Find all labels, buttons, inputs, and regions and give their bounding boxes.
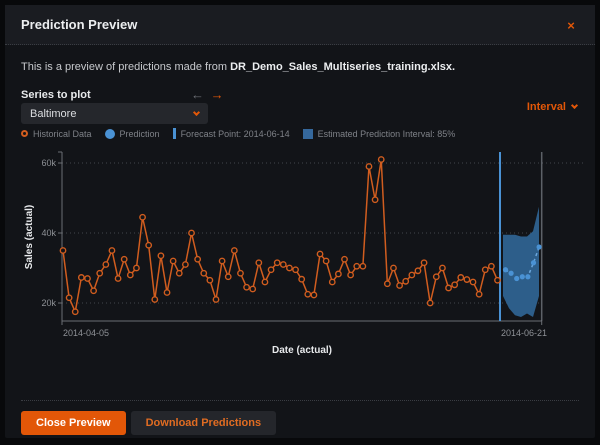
intro-filename: DR_Demo_Sales_Multiseries_training.xlsx. bbox=[230, 61, 455, 73]
forecast-point-marker-icon bbox=[173, 128, 176, 139]
series-pager: ← → bbox=[191, 87, 224, 102]
legend-item-historical: Historical Data bbox=[21, 129, 92, 139]
svg-text:2014-04-05: 2014-04-05 bbox=[63, 328, 109, 338]
intro-text: This is a preview of predictions made fr… bbox=[21, 61, 455, 73]
series-to-plot-label: Series to plot bbox=[21, 89, 91, 101]
legend-label: Estimated Prediction Interval: 85% bbox=[318, 129, 456, 139]
legend-item-forecast-point: Forecast Point: 2014-06-14 bbox=[173, 128, 290, 139]
close-preview-button[interactable]: Close Preview bbox=[21, 411, 126, 435]
intro-prefix: This is a preview of predictions made fr… bbox=[21, 61, 230, 73]
chevron-down-icon bbox=[571, 102, 578, 109]
series-select[interactable]: Baltimore bbox=[21, 103, 208, 124]
prediction-marker-icon bbox=[105, 129, 115, 139]
previous-series-arrow-icon[interactable]: ← bbox=[191, 87, 204, 102]
footer-divider bbox=[21, 400, 579, 401]
modal-header: Prediction Preview × bbox=[5, 5, 595, 45]
footer: Close Preview Download Predictions bbox=[21, 411, 276, 435]
close-icon[interactable]: × bbox=[563, 18, 579, 34]
chevron-down-icon bbox=[193, 108, 200, 115]
interval-label: Interval bbox=[527, 101, 566, 113]
legend-label: Forecast Point: 2014-06-14 bbox=[181, 129, 290, 139]
legend-label: Historical Data bbox=[33, 129, 92, 139]
svg-text:20k: 20k bbox=[41, 298, 56, 308]
legend-item-prediction-interval: Estimated Prediction Interval: 85% bbox=[303, 129, 456, 139]
chart-legend: Historical Data Prediction Forecast Poin… bbox=[21, 128, 455, 139]
series-select-value: Baltimore bbox=[30, 108, 76, 120]
modal-title: Prediction Preview bbox=[21, 5, 137, 45]
prediction-interval-marker-icon bbox=[303, 129, 313, 139]
download-predictions-button[interactable]: Download Predictions bbox=[131, 411, 277, 435]
svg-text:60k: 60k bbox=[41, 158, 56, 168]
legend-label: Prediction bbox=[120, 129, 160, 139]
prediction-preview-screen: Prediction Preview × This is a preview o… bbox=[0, 0, 600, 445]
interval-dropdown[interactable]: Interval bbox=[527, 101, 577, 113]
svg-text:2014-06-21: 2014-06-21 bbox=[501, 328, 547, 338]
next-series-arrow-icon[interactable]: → bbox=[211, 87, 224, 102]
prediction-preview-modal: Prediction Preview × This is a preview o… bbox=[5, 5, 595, 438]
svg-text:Date (actual): Date (actual) bbox=[272, 345, 332, 356]
svg-text:Sales (actual): Sales (actual) bbox=[24, 205, 35, 269]
svg-text:40k: 40k bbox=[41, 228, 56, 238]
legend-item-prediction: Prediction bbox=[105, 129, 160, 139]
historical-data-marker-icon bbox=[21, 130, 28, 137]
prediction-chart: 20k 40k 60k 2014-04-05 2014-06-21 Date (actua… bbox=[5, 145, 595, 367]
